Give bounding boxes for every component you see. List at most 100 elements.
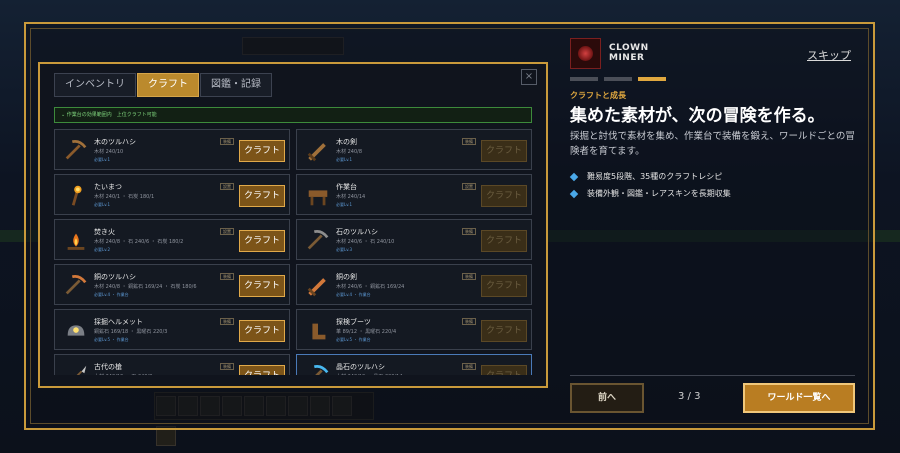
feature-item: 難易度5段階、35種のクラフトレシピ <box>569 168 731 185</box>
recipe-card[interactable]: 古代の槍木材 240/12 ・ 石 240/8必要Lv.6 ・ 作業台装備クラフ… <box>54 354 290 375</box>
world-list-button[interactable]: ワールド一覧へ <box>743 383 855 413</box>
recipe-tag: 装備 <box>220 138 234 145</box>
recipe-tag: 装備 <box>220 363 234 370</box>
recipe-card[interactable]: 銅のツルハシ木材 240/8 ・ 銅鉱石 169/24 ・ 石炭 180/6 必要… <box>54 264 290 305</box>
copper-pickaxe-icon <box>65 274 87 295</box>
tab-inventory[interactable]: インベントリ <box>54 73 136 97</box>
step-indicator <box>570 77 672 81</box>
recipe-tag: 設置 <box>462 183 476 190</box>
wood-sword-icon <box>307 143 326 162</box>
recipe-name: 晶石のツルハシ <box>336 363 385 371</box>
recipe-card[interactable]: 木の剣木材 240/8 必要Lv.1 装備 クラフト <box>296 129 532 170</box>
section-eyebrow: クラフトと成長 <box>570 91 626 100</box>
craft-button[interactable]: クラフト <box>239 230 285 252</box>
recipe-tag: 設置 <box>220 228 234 235</box>
recipe-materials: 木材 240/8 ・ 銅鉱石 169/24 ・ 石炭 180/6 <box>94 284 197 290</box>
recipe-requirement: 必要Lv.5 ・ 作業台 <box>94 337 129 342</box>
workbench-notice: ⌄ 作業台の効果範囲内 上位クラフト可能 <box>54 107 532 123</box>
recipe-materials: 木材 240/1 ・ 石炭 180/1 <box>94 194 155 200</box>
recipe-requirement: 必要Lv.1 <box>336 157 353 162</box>
recipe-tag: 設置 <box>220 183 234 190</box>
recipe-card[interactable]: 木のツルハシ 木材 240/10 必要Lv.1 装備 クラフト <box>54 129 290 170</box>
recipe-tag: 装備 <box>462 228 476 235</box>
recipe-name: たいまつ <box>94 183 122 191</box>
recipe-tag: 装備 <box>462 363 476 370</box>
campfire-icon <box>67 233 85 250</box>
panel-tabs: インベントリ クラフト 図鑑・記録 <box>54 73 273 97</box>
recipe-materials: 木材 240/8 <box>336 149 362 155</box>
recipe-tag: 装備 <box>462 273 476 280</box>
craft-button[interactable]: クラフト <box>239 185 285 207</box>
recipe-name: 焚き火 <box>94 228 115 236</box>
recipe-card[interactable]: 石のツルハシ 木材 240/6 ・ 石 240/10 必要Lv.3 装備 クラフト <box>296 219 532 260</box>
step-3 <box>638 77 666 81</box>
craft-button[interactable]: クラフト <box>239 320 285 342</box>
recipe-materials: 木材 240/14 <box>336 194 366 200</box>
recipe-requirement: 必要Lv.1 <box>94 202 111 207</box>
recipe-materials: 革 89/12 ・ 黒曜石 220/4 <box>336 329 397 335</box>
recipe-tag: 装備 <box>220 273 234 280</box>
headline: 集めた素材が、次の冒険を作る。 <box>570 106 825 126</box>
game-logo <box>570 38 601 69</box>
brand-name: CLOWN MINER <box>609 43 649 63</box>
recipe-name: 銅の剣 <box>336 273 357 281</box>
recipe-card[interactable]: たいまつ木材 240/1 ・ 石炭 180/1 必要Lv.1 設置 クラフト <box>54 174 290 215</box>
divider <box>570 375 855 376</box>
recipe-tag: 装備 <box>220 318 234 325</box>
craft-button[interactable]: クラフト <box>481 365 527 375</box>
mining-helmet-icon <box>67 325 85 336</box>
skip-link[interactable]: スキップ <box>807 47 851 63</box>
feature-list: 難易度5段階、35種のクラフトレシピ 装備外観・図鑑・レアスキンを長期収集 <box>569 168 731 202</box>
panel-close-button[interactable]: × <box>521 69 537 85</box>
craft-button[interactable]: クラフト <box>239 275 285 297</box>
wood-pickaxe-icon <box>65 139 87 160</box>
craft-button[interactable]: クラフト <box>481 320 527 342</box>
recipe-materials: 木材 240/8 ・ 石 240/6 ・ 石炭 180/2 <box>94 239 184 245</box>
torch-icon <box>71 185 82 206</box>
recipe-materials: 木材 240/12 ・ 石 240/8 <box>94 373 152 375</box>
crystal-pickaxe-icon <box>313 364 329 375</box>
description: 採掘と討伐で素材を集め、作業台で装備を鍛え、ワールドごとの冒険者を育てます。 <box>570 131 855 157</box>
recipe-name: 木のツルハシ <box>94 138 136 146</box>
feature-item: 装備外観・図鑑・レアスキンを長期収集 <box>569 185 731 202</box>
recipe-requirement: 必要Lv.1 <box>336 202 353 207</box>
recipe-tag: 装備 <box>462 318 476 325</box>
recipe-name: 銅のツルハシ <box>94 273 136 281</box>
recipe-tag: 装備 <box>462 138 476 145</box>
recipe-name: 石のツルハシ <box>336 228 378 236</box>
page-indicator: 3 / 3 <box>678 391 701 402</box>
recipe-materials: 木材 240/10 ・ 晶石 220/14 <box>336 373 403 375</box>
recipe-name: 探検ブーツ <box>336 318 371 326</box>
prev-button[interactable]: 前へ <box>570 383 644 413</box>
craft-button[interactable]: クラフト <box>481 185 527 207</box>
recipe-card[interactable]: 焚き火木材 240/8 ・ 石 240/6 ・ 石炭 180/2 必要Lv.2 設置… <box>54 219 290 260</box>
stone-pickaxe-icon <box>307 229 329 250</box>
recipe-card[interactable]: 晶石のツルハシ木材 240/10 ・ 晶石 220/14必要Lv.7 ・ 作業台… <box>296 354 532 375</box>
craft-button[interactable]: クラフト <box>239 365 285 375</box>
recipe-requirement: 必要Lv.2 <box>94 247 111 252</box>
recipe-name: 木の剣 <box>336 138 357 146</box>
recipe-requirement: 必要Lv.4 ・ 作業台 <box>336 292 371 297</box>
recipe-materials: 木材 240/10 <box>94 149 124 155</box>
spear-icon <box>76 365 87 375</box>
craft-button[interactable]: クラフト <box>481 230 527 252</box>
recipe-grid: 木のツルハシ 木材 240/10 必要Lv.1 装備 クラフト 木の剣 木材 240/8 必要… <box>54 129 532 375</box>
recipe-card[interactable]: 探検ブーツ革 89/12 ・ 黒曜石 220/4 必要Lv.5 ・ 作業台 装備 クラ… <box>296 309 532 350</box>
craft-button[interactable]: クラフト <box>481 275 527 297</box>
craft-button[interactable]: クラフト <box>481 140 527 162</box>
tab-craft[interactable]: クラフト <box>137 73 199 97</box>
boots-icon <box>312 323 326 340</box>
recipe-requirement: 必要Lv.4 ・ 作業台 <box>94 292 129 297</box>
recipe-name: 古代の槍 <box>94 363 122 371</box>
recipe-card[interactable]: 作業台木材 240/14 必要Lv.1 設置 クラフト <box>296 174 532 215</box>
recipe-name: 採掘ヘルメット <box>94 318 143 326</box>
recipe-materials: 銅鉱石 169/18 ・ 黒曜石 220/3 <box>94 329 168 335</box>
recipe-card[interactable]: 採掘ヘルメット銅鉱石 169/18 ・ 黒曜石 220/3 必要Lv.5 ・ 作業… <box>54 309 290 350</box>
recipe-card[interactable]: 銅の剣 木材 240/6 ・ 銅鉱石 169/24 必要Lv.4 ・ 作業台 装備 クラ… <box>296 264 532 305</box>
step-2 <box>604 77 632 81</box>
recipe-materials: 木材 240/6 ・ 石 240/10 <box>336 239 395 245</box>
craft-button[interactable]: クラフト <box>239 140 285 162</box>
recipe-name: 作業台 <box>336 183 357 191</box>
recipe-requirement: 必要Lv.1 <box>94 157 111 162</box>
tab-encyclopedia[interactable]: 図鑑・記録 <box>200 73 272 97</box>
